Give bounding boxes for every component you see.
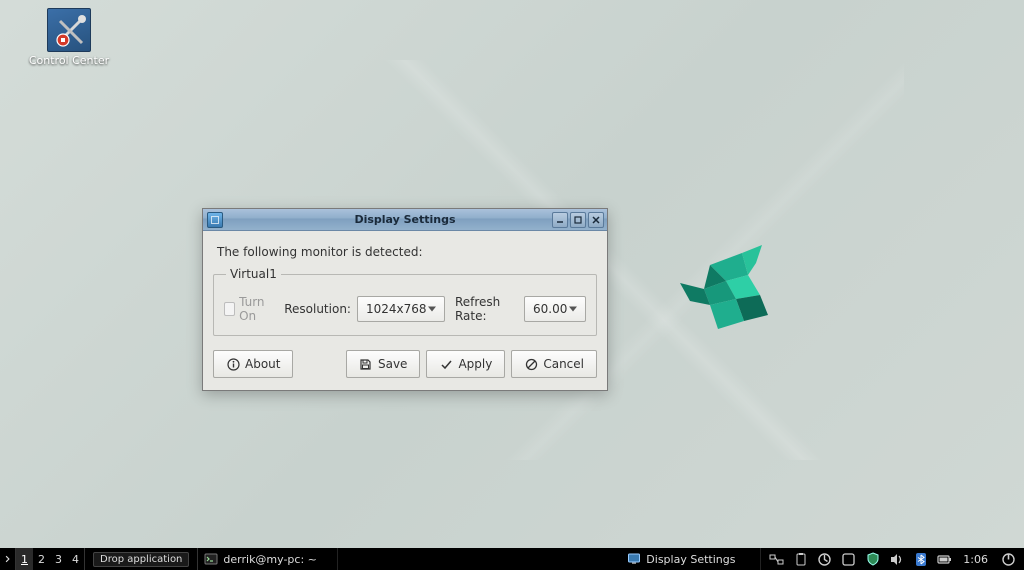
monitor-group: Virtual1 Turn On Resolution: 1024x768 Re…: [213, 267, 597, 336]
apply-button[interactable]: Apply: [426, 350, 505, 378]
check-icon: [439, 357, 453, 371]
apply-label: Apply: [458, 357, 492, 371]
refresh-rate-select[interactable]: 60.00: [524, 296, 586, 322]
refresh-rate-label: Refresh Rate:: [455, 295, 518, 323]
start-menu-button[interactable]: [0, 548, 16, 570]
shield-icon[interactable]: [865, 552, 880, 567]
cancel-icon: [524, 357, 538, 371]
window-title: Display Settings: [203, 213, 607, 226]
display-settings-app-icon: [207, 212, 223, 228]
display-icon: [627, 552, 641, 566]
checkbox-box: [224, 302, 235, 316]
drop-application-area[interactable]: Drop application: [85, 548, 198, 570]
resolution-label: Resolution:: [284, 302, 351, 316]
monitor-name: Virtual1: [226, 267, 281, 281]
help-icon[interactable]: [841, 552, 856, 567]
cancel-button[interactable]: Cancel: [511, 350, 597, 378]
wallpaper-bird: [670, 235, 790, 345]
display-settings-window: Display Settings The following monitor i…: [202, 208, 608, 391]
logout-icon[interactable]: [1001, 552, 1016, 567]
task-terminal-label: derrik@my-pc: ~: [223, 553, 316, 566]
workspace-1[interactable]: 1: [16, 548, 33, 570]
close-button[interactable]: [588, 212, 604, 228]
task-display-settings[interactable]: Display Settings: [621, 548, 761, 570]
drop-application-label: Drop application: [93, 552, 189, 567]
save-icon: [359, 357, 373, 371]
terminal-icon: [204, 552, 218, 566]
clipboard-icon[interactable]: [793, 552, 808, 567]
save-label: Save: [378, 357, 407, 371]
task-terminal[interactable]: derrik@my-pc: ~: [198, 548, 338, 570]
network-icon[interactable]: [769, 552, 784, 567]
maximize-button[interactable]: [570, 212, 586, 228]
workspace-4[interactable]: 4: [67, 548, 84, 570]
system-tray: 1:06: [761, 548, 1024, 570]
resolution-value: 1024x768: [366, 302, 427, 316]
detected-monitor-text: The following monitor is detected:: [217, 245, 595, 259]
taskbar: 1 2 3 4 Drop application derrik@my-pc: ~…: [0, 548, 1024, 570]
save-button[interactable]: Save: [346, 350, 420, 378]
cancel-label: Cancel: [543, 357, 584, 371]
workspace-2[interactable]: 2: [33, 548, 50, 570]
desktop-icon-control-center[interactable]: Control Center: [24, 8, 114, 67]
about-label: About: [245, 357, 280, 371]
titlebar[interactable]: Display Settings: [203, 209, 607, 231]
control-center-icon: [47, 8, 91, 52]
info-icon: [226, 357, 240, 371]
resolution-select[interactable]: 1024x768: [357, 296, 445, 322]
task-display-settings-label: Display Settings: [646, 553, 735, 566]
updater-icon[interactable]: [817, 552, 832, 567]
workspace-3[interactable]: 3: [50, 548, 67, 570]
volume-icon[interactable]: [889, 552, 904, 567]
window-body: The following monitor is detected: Virtu…: [203, 231, 607, 390]
battery-icon[interactable]: [937, 552, 952, 567]
bluetooth-icon[interactable]: [913, 552, 928, 567]
refresh-rate-value: 60.00: [533, 302, 567, 316]
clock[interactable]: 1:06: [961, 553, 992, 566]
turn-on-checkbox: Turn On: [224, 295, 274, 323]
about-button[interactable]: About: [213, 350, 293, 378]
minimize-button[interactable]: [552, 212, 568, 228]
turn-on-label: Turn On: [239, 295, 274, 323]
desktop-icon-label: Control Center: [24, 54, 114, 67]
workspace-switcher: 1 2 3 4: [16, 548, 85, 570]
